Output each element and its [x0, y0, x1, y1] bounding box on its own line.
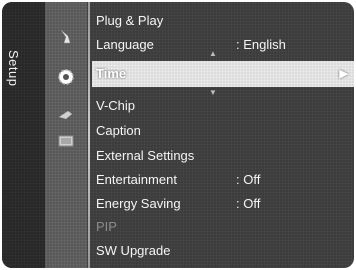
menu-item-label: PIP	[96, 219, 117, 234]
menu-item-plug-and-play[interactable]: Plug & Play	[92, 9, 354, 32]
menu-item-pip: PIP	[92, 215, 354, 238]
menu-item-energy-saving[interactable]: Energy Saving : Off	[92, 192, 354, 215]
category-icon-column	[45, 2, 87, 268]
menu-item-external-settings[interactable]: External Settings	[92, 144, 354, 167]
picture-icon[interactable]	[45, 24, 87, 50]
setup-menu-list: Plug & Play Language : English ▲ Time ▶ …	[92, 2, 354, 268]
menu-item-label: Time	[96, 66, 127, 81]
menu-item-time[interactable]: Time ▶	[92, 61, 354, 87]
menu-item-v-chip[interactable]: V-Chip	[92, 94, 354, 117]
menu-item-label: Entertainment	[96, 172, 177, 187]
menu-item-value: : Off	[236, 196, 261, 211]
menu-item-label: Plug & Play	[96, 13, 164, 28]
menu-item-label: Caption	[96, 123, 141, 138]
menu-item-label: Language	[96, 37, 154, 52]
menu-item-label: V-Chip	[96, 98, 136, 113]
menu-item-caption[interactable]: Caption	[92, 119, 354, 142]
menu-item-entertainment[interactable]: Entertainment : Off	[92, 168, 354, 191]
menu-item-label: External Settings	[96, 148, 195, 163]
setup-gear-icon[interactable]	[45, 64, 87, 90]
menu-divider	[88, 2, 90, 268]
menu-item-value: : English	[236, 37, 286, 52]
input-icon[interactable]	[45, 128, 87, 154]
menu-item-label: Energy Saving	[96, 196, 181, 211]
tv-osd-screen: Setup Plug & Play Language : English ▲ T…	[2, 2, 354, 268]
menu-item-value: : Off	[236, 172, 261, 187]
menu-item-language[interactable]: Language : English	[92, 33, 354, 56]
submenu-arrow-icon: ▶	[339, 68, 348, 80]
menu-item-sw-upgrade[interactable]: SW Upgrade	[92, 239, 354, 262]
section-strip: Setup	[2, 2, 45, 268]
sound-icon[interactable]	[45, 102, 87, 128]
menu-item-label: SW Upgrade	[96, 243, 171, 258]
section-title: Setup	[6, 50, 21, 87]
scroll-up-indicator: ▲	[209, 49, 217, 58]
